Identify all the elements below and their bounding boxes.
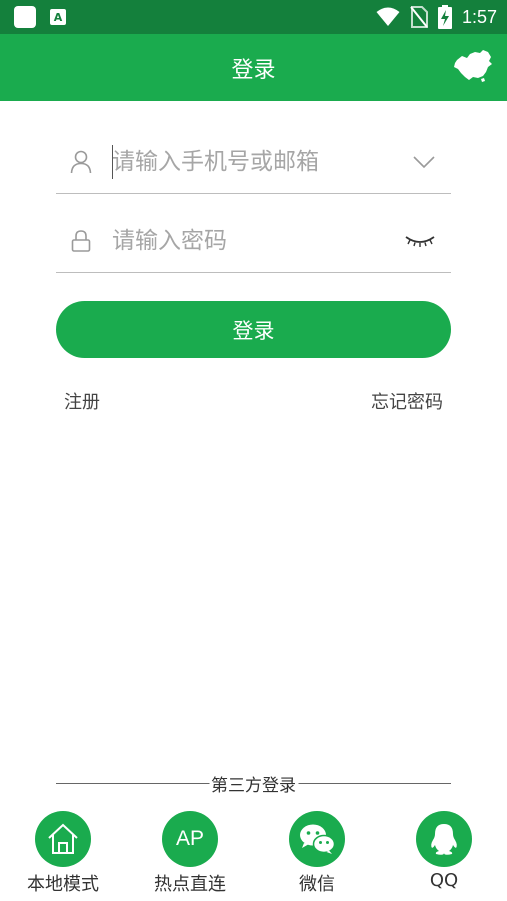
password-field[interactable] bbox=[56, 210, 451, 273]
app-notification-icon bbox=[14, 6, 36, 28]
status-notifications: A bbox=[14, 6, 66, 28]
third-party-divider: 第三方登录 bbox=[56, 771, 451, 797]
hotspot-direct-button[interactable]: AP 热点直连 bbox=[135, 811, 245, 896]
battery-charging-icon bbox=[437, 5, 452, 29]
page-title: 登录 bbox=[231, 57, 276, 83]
wechat-icon bbox=[300, 824, 336, 854]
wechat-circle[interactable] bbox=[289, 811, 345, 867]
password-input[interactable] bbox=[112, 224, 402, 258]
register-link[interactable]: 注册 bbox=[64, 388, 100, 414]
local-mode-circle[interactable] bbox=[35, 811, 91, 867]
qq-label: QQ bbox=[429, 870, 459, 891]
status-bar: A 1:57 bbox=[0, 0, 507, 34]
third-party-title: 第三方登录 bbox=[209, 771, 298, 796]
local-mode-label: 本地模式 bbox=[27, 874, 99, 895]
chevron-down-icon[interactable] bbox=[413, 155, 435, 169]
text-notification-icon: A bbox=[50, 9, 66, 25]
qq-icon bbox=[431, 824, 457, 855]
wechat-label: 微信 bbox=[299, 874, 335, 895]
ap-icon: AP bbox=[175, 827, 204, 850]
user-icon bbox=[70, 150, 92, 173]
username-input[interactable] bbox=[112, 144, 402, 179]
wechat-login-button[interactable]: 微信 bbox=[262, 811, 372, 896]
app-bar: 登录 bbox=[0, 34, 507, 101]
no-sim-icon bbox=[410, 6, 428, 28]
local-mode-button[interactable]: 本地模式 bbox=[8, 811, 118, 896]
username-field[interactable] bbox=[56, 130, 451, 194]
eye-closed-icon[interactable] bbox=[405, 234, 435, 248]
forgot-password-link[interactable]: 忘记密码 bbox=[371, 388, 443, 414]
status-system-icons: 1:57 bbox=[376, 4, 497, 30]
hotspot-direct-label: 热点直连 bbox=[154, 874, 226, 895]
text-notification-letter: A bbox=[53, 10, 63, 24]
status-time: 1:57 bbox=[461, 6, 497, 27]
home-icon bbox=[48, 823, 78, 854]
china-map-icon[interactable] bbox=[453, 50, 493, 82]
login-button[interactable]: 登录 bbox=[56, 301, 451, 358]
qq-circle[interactable] bbox=[416, 811, 472, 867]
hotspot-direct-circle[interactable]: AP bbox=[162, 811, 218, 867]
wifi-icon bbox=[376, 7, 400, 26]
lock-icon bbox=[71, 230, 91, 252]
qq-login-button[interactable]: QQ bbox=[389, 811, 499, 891]
